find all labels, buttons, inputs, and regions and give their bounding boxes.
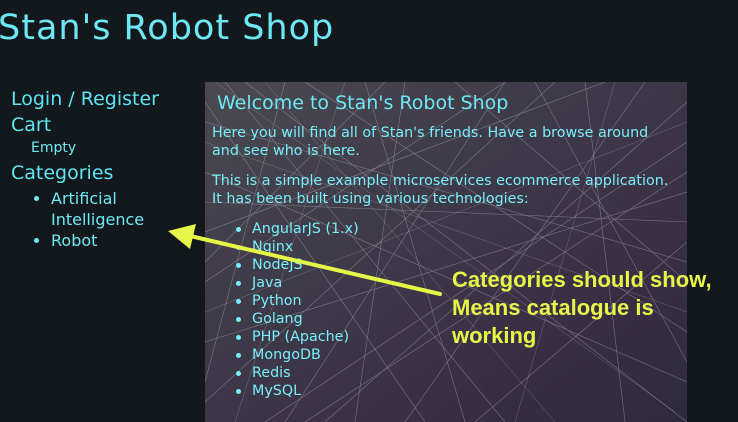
technology-item: Redis [234,364,679,382]
welcome-heading: Welcome to Stan's Robot Shop [217,92,509,114]
cart-link[interactable]: Cart [11,114,196,136]
welcome-content: Welcome to Stan's Robot Shop Here you wi… [212,82,679,400]
category-list: Artificial Intelligence Robot [11,188,196,251]
login-register-link[interactable]: Login / Register [11,88,196,110]
intro-text: Here you will find all of Stan's friends… [212,125,649,159]
description-text: This is a simple example microservices e… [212,173,669,207]
site-title: Stan's Robot Shop [0,8,335,48]
annotation-callout: Categories should show, Means catalogue … [452,267,712,348]
category-item-robot[interactable]: Robot [31,230,196,251]
cart-status: Empty [31,140,77,156]
technology-item: MySQL [234,382,679,400]
sidebar-nav: Login / Register Cart Empty Categories A… [11,88,196,251]
technology-item: Nginx [234,238,679,256]
category-item-artificial-intelligence[interactable]: Artificial Intelligence [31,188,171,230]
categories-heading: Categories [11,162,114,184]
technology-item: AngularJS (1.x) [234,220,679,238]
welcome-panel: Welcome to Stan's Robot Shop Here you wi… [205,82,687,422]
